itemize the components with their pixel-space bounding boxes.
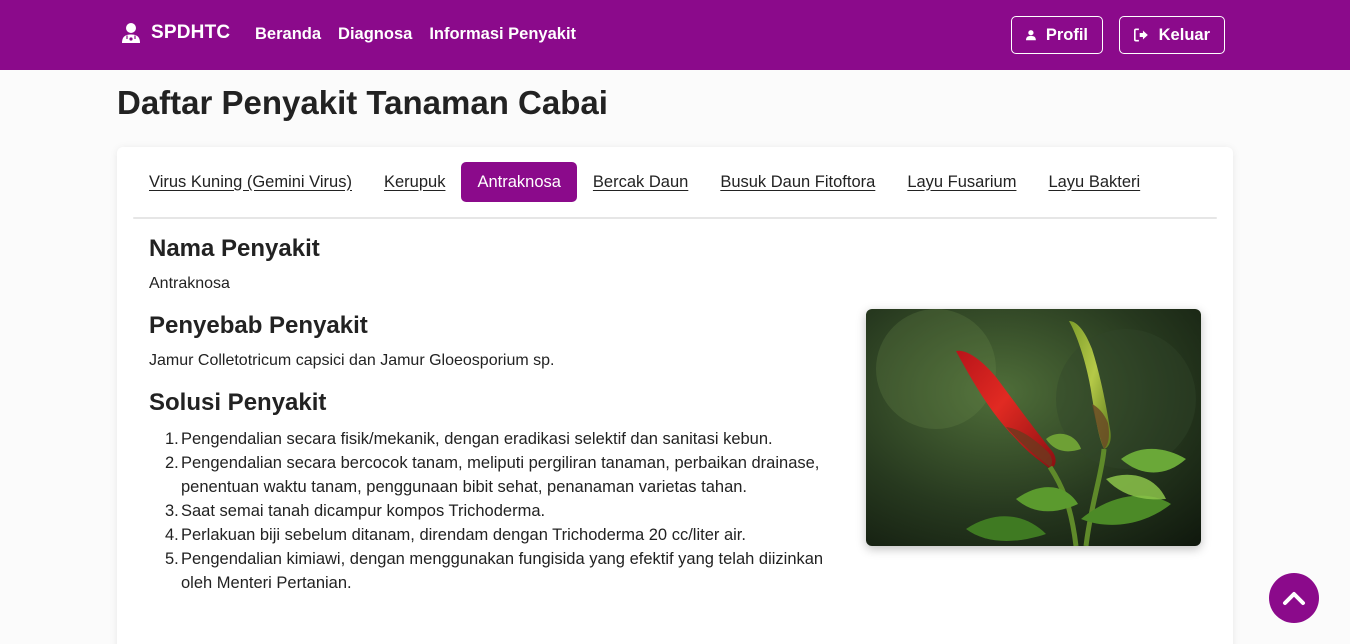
scroll-to-top-button[interactable] <box>1269 573 1319 623</box>
tab-virus-kuning[interactable]: Virus Kuning (Gemini Virus) <box>133 162 368 202</box>
disease-tabs: Virus Kuning (Gemini Virus) Kerupuk Antr… <box>133 162 1156 202</box>
disease-name-heading: Nama Penyakit <box>149 235 320 262</box>
page-title: Daftar Penyakit Tanaman Cabai <box>117 84 608 121</box>
solution-text: Pengendalian kimiawi, dengan menggunakan… <box>181 550 824 592</box>
doctor-icon <box>122 23 140 43</box>
nav-link-diagnosa[interactable]: Diagnosa <box>338 25 412 44</box>
solution-text: Saat semai tanah dicampur kompos Trichod… <box>181 502 546 520</box>
disease-cause-heading: Penyebab Penyakit <box>149 312 368 339</box>
tab-layu-fusarium[interactable]: Layu Fusarium <box>891 162 1032 202</box>
tab-layu-bakteri[interactable]: Layu Bakteri <box>1032 162 1156 202</box>
nav-link-informasi-penyakit[interactable]: Informasi Penyakit <box>429 25 576 44</box>
logout-icon <box>1134 28 1148 42</box>
tab-antraknosa[interactable]: Antraknosa <box>461 162 577 202</box>
solution-item: 1. Pengendalian secara fisik/mekanik, den… <box>165 430 773 448</box>
brand-name: SPDHTC <box>151 22 231 43</box>
solution-list: 1. Pengendalian secara fisik/mekanik, den… <box>165 427 857 595</box>
solution-text: Perlakuan biji sebelum ditanam, direndam… <box>181 526 746 544</box>
navbar: SPDHTC Beranda Diagnosa Informasi Penyak… <box>0 0 1350 70</box>
tab-busuk-daun-fitoftora[interactable]: Busuk Daun Fitoftora <box>704 162 891 202</box>
disease-cause-value: Jamur Colletotricum capsici dan Jamur Gl… <box>149 352 555 369</box>
disease-card: Virus Kuning (Gemini Virus) Kerupuk Antr… <box>117 147 1233 644</box>
tab-kerupuk[interactable]: Kerupuk <box>368 162 461 202</box>
nav-link-beranda[interactable]: Beranda <box>255 25 321 44</box>
profile-button[interactable]: Profil <box>1011 16 1103 54</box>
user-icon <box>1026 30 1036 41</box>
tab-divider <box>133 217 1217 219</box>
solution-item: 2. Pengendalian secara bercocok tanam, me… <box>165 454 820 496</box>
logout-button[interactable]: Keluar <box>1119 16 1225 54</box>
nav-links: Beranda Diagnosa Informasi Penyakit <box>255 25 576 44</box>
solution-heading: Solusi Penyakit <box>149 389 327 416</box>
solution-item: 4. Perlakuan biji sebelum ditanam, dirend… <box>165 526 746 544</box>
solution-text: Pengendalian secara bercocok tanam, meli… <box>181 454 820 496</box>
profile-label: Profil <box>1045 25 1088 44</box>
solution-item: 3. Saat semai tanah dicampur kompos Trich… <box>165 502 546 520</box>
tab-bercak-daun[interactable]: Bercak Daun <box>577 162 704 202</box>
brand-logo[interactable]: SPDHTC <box>120 22 230 44</box>
solution-item: 5. Pengendalian kimiawi, dengan menggunak… <box>165 550 824 592</box>
disease-photo <box>866 309 1201 546</box>
disease-name-value: Antraknosa <box>149 275 230 292</box>
chevron-up-icon <box>1283 592 1305 605</box>
logout-label: Keluar <box>1158 25 1210 44</box>
solution-text: Pengendalian secara fisik/mekanik, denga… <box>181 430 773 448</box>
